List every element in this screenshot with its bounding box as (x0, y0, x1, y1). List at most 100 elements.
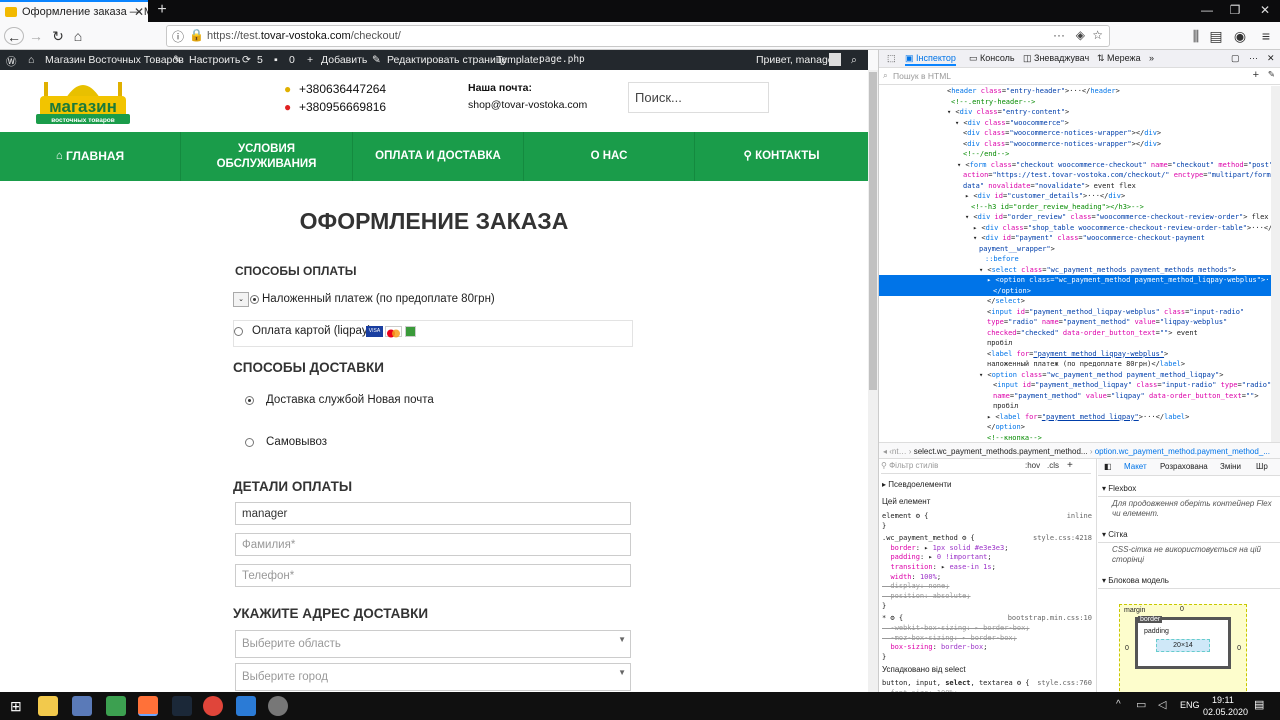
html-tree-node[interactable]: ▸ <div id="customer_details">···</div> (879, 191, 1271, 202)
home-icon[interactable]: ⌂ (68, 27, 88, 45)
search-icon[interactable]: ⌕ (851, 54, 857, 67)
html-tree-node[interactable]: ▸ <div class="shop_table woocommerce-che… (879, 223, 1271, 234)
wp-greeting[interactable]: Привет, manager (756, 54, 837, 66)
css-rule-line[interactable]: display: none; (882, 582, 949, 592)
html-tree-node[interactable]: <input id="payment_method_liqpay-webplus… (879, 307, 1271, 318)
tab-fonts[interactable]: Шр (1256, 462, 1268, 471)
library-icon[interactable]: ⫼ (1186, 27, 1206, 45)
grid-section[interactable]: ▾ Сітка (1098, 527, 1280, 543)
html-tree-node[interactable]: пробіл (879, 338, 1271, 349)
css-rule-line[interactable]: element ⚙ { (882, 512, 928, 522)
wp-site-name[interactable]: Магазин Восточных Товаров (45, 54, 184, 66)
nav-payment-delivery[interactable]: ОПЛАТА И ДОСТАВКА (353, 132, 524, 181)
html-tree-node[interactable]: <!--.entry-header--> (879, 97, 1271, 108)
wp-comments-count[interactable]: 0 (289, 54, 295, 66)
reload-icon[interactable]: ↻ (48, 27, 68, 45)
css-rule-line[interactable]: } (882, 522, 886, 532)
clock-date[interactable]: 02.05.2020 (1203, 707, 1248, 717)
html-tree-node[interactable]: action="https://test.tovar-vostoka.com/c… (879, 170, 1271, 181)
css-rule-source[interactable]: style.css:4218 (1033, 534, 1092, 544)
style-filter-input[interactable]: ⚲ Фільтр стилів:hov .cls + (881, 461, 1091, 474)
tab-debugger[interactable]: ◫ Зневаджувач (1023, 53, 1089, 64)
first-name-field[interactable]: manager (235, 502, 631, 525)
html-tree-node[interactable]: ▸ <label for="payment_method_liqpay">···… (879, 412, 1271, 423)
city-select[interactable]: Выберите город ▼ (235, 663, 631, 691)
chrome-icon[interactable] (203, 696, 223, 716)
language-indicator[interactable]: ENG (1180, 700, 1200, 710)
html-tree-node[interactable]: </option> (879, 422, 1271, 433)
css-rule-line[interactable]: .wc_payment_method ⚙ { (882, 534, 975, 544)
file-explorer-icon[interactable] (38, 696, 58, 716)
account-icon[interactable]: ◉ (1230, 27, 1250, 45)
html-tree[interactable]: <header class="entry-header">···</header… (879, 86, 1271, 442)
css-rule-line[interactable]: padding: ▸ 0 !important; (882, 553, 991, 563)
browser-tab[interactable]: Оформление заказа — Магаз ✕ (0, 0, 148, 22)
last-name-field[interactable]: Фамилия* (235, 533, 631, 556)
app-icon[interactable] (72, 696, 92, 716)
css-rule-line[interactable]: * ⚙ { (882, 614, 903, 624)
tab-computed[interactable]: Розрахована (1160, 462, 1208, 471)
html-tree-node[interactable]: ▾ <form class="checkout woocommerce-chec… (879, 160, 1271, 171)
html-tree-node[interactable]: </select> (879, 296, 1271, 307)
restore-icon[interactable]: ❐ (1220, 3, 1250, 17)
html-tree-node[interactable]: ▾ <option class="wc_payment_method payme… (879, 370, 1271, 381)
forward-icon[interactable]: → (26, 27, 46, 45)
html-tree-node[interactable]: <input id="payment_method_liqpay" class=… (879, 380, 1271, 391)
clock-time[interactable]: 19:11 (1212, 695, 1234, 705)
bookmark-star-icon[interactable]: ☆ (1092, 28, 1103, 42)
nav-about[interactable]: О НАС (524, 132, 695, 181)
hov-toggle[interactable]: :hov (1025, 461, 1040, 471)
wp-updates-count[interactable]: 5 (257, 54, 263, 66)
html-tree-node[interactable]: type="radio" name="payment_method" value… (879, 317, 1271, 328)
devtools-menu-icon[interactable]: ··· (1249, 53, 1258, 63)
app-icon-2[interactable] (268, 696, 288, 716)
html-tree-node[interactable]: <!--/end--> (879, 149, 1271, 160)
tab-layout[interactable]: Макет (1124, 462, 1147, 471)
new-tab-button[interactable]: + (152, 1, 172, 19)
html-tree-node[interactable]: <header class="entry-header">···</header… (879, 86, 1271, 97)
html-tree-node[interactable]: пробіл (879, 401, 1271, 412)
css-rule-source[interactable]: bootstrap.min.css:10 (1008, 614, 1092, 624)
steam-icon[interactable] (172, 696, 192, 716)
css-rule-line[interactable]: } (882, 602, 886, 612)
tray-chevron-icon[interactable]: ^ (1116, 699, 1121, 710)
payment-radio-liqpay[interactable] (234, 327, 243, 336)
avatar[interactable] (829, 53, 841, 66)
nav-contacts[interactable]: ⚲ КОНТАКТЫ (695, 132, 868, 181)
payment-label-cod[interactable]: Наложенный платеж (по предоплате 80грн) (262, 293, 495, 305)
css-rule-line[interactable]: button, input, select, textarea ⚙ { (882, 679, 1030, 689)
window-close-icon[interactable]: ✕ (1250, 3, 1280, 17)
back-icon[interactable]: ← (4, 27, 24, 45)
phone-1[interactable]: +380636447264 (299, 82, 386, 96)
url-bar[interactable]: ⓘ 🔒 https://test.tovar-vostoka.com/check… (166, 25, 1110, 47)
mail-address[interactable]: shop@tovar-vostoka.com (468, 99, 587, 111)
phone-field[interactable]: Телефон* (235, 564, 631, 587)
html-tree-node[interactable]: <div class="woocommerce-notices-wrapper"… (879, 128, 1271, 139)
delivery-label-pickup[interactable]: Самовывоз (266, 436, 327, 448)
html-tree-node[interactable]: checked="checked" data-order_button_text… (879, 328, 1271, 339)
page-scrollbar-thumb[interactable] (869, 72, 877, 390)
tab-inspector[interactable]: ▣ Інспектор (905, 53, 956, 66)
html-tree-node[interactable]: ▸ <option class="wc_payment_method payme… (879, 275, 1271, 286)
tree-scrollbar[interactable] (1271, 86, 1280, 442)
vscode-icon[interactable] (236, 696, 256, 716)
css-rule-line[interactable]: } (882, 653, 886, 663)
wp-add[interactable]: Добавить (321, 54, 367, 66)
payment-label-liqpay[interactable]: Оплата картой (liqpay) (252, 325, 371, 337)
css-rule-line[interactable]: transition: ▸ ease-in 1s; (882, 563, 995, 573)
nav-home[interactable]: ⌂ ГЛАВНАЯ (0, 132, 181, 181)
html-tree-node[interactable]: <!--h3 id="order_review_heading"></h3>--… (879, 202, 1271, 213)
page-actions-icon[interactable]: ··· (1053, 28, 1065, 42)
css-rule-line[interactable]: box-sizing: border-box; (882, 643, 987, 653)
wp-edit-page[interactable]: Редактировать страницу (387, 54, 507, 66)
wordpress-icon[interactable]: Ⓦ (6, 54, 17, 69)
boxmodel-section[interactable]: ▾ Блокова модель (1098, 573, 1280, 589)
css-rule-line[interactable]: -webkit-box-sizing: ▸ border-box; (882, 624, 1029, 634)
html-tree-node[interactable]: ▾ <div class="woocommerce"> (879, 118, 1271, 129)
devtools-close-icon[interactable]: ✕ (1267, 53, 1275, 64)
delivery-label-novaposhta[interactable]: Доставка службой Новая почта (266, 394, 434, 406)
payment-select[interactable]: ⌄ (233, 292, 249, 307)
volume-icon[interactable]: ◁ (1158, 698, 1166, 711)
minimize-icon[interactable]: — (1192, 3, 1222, 17)
region-select[interactable]: Выберите область ▼ (235, 630, 631, 658)
